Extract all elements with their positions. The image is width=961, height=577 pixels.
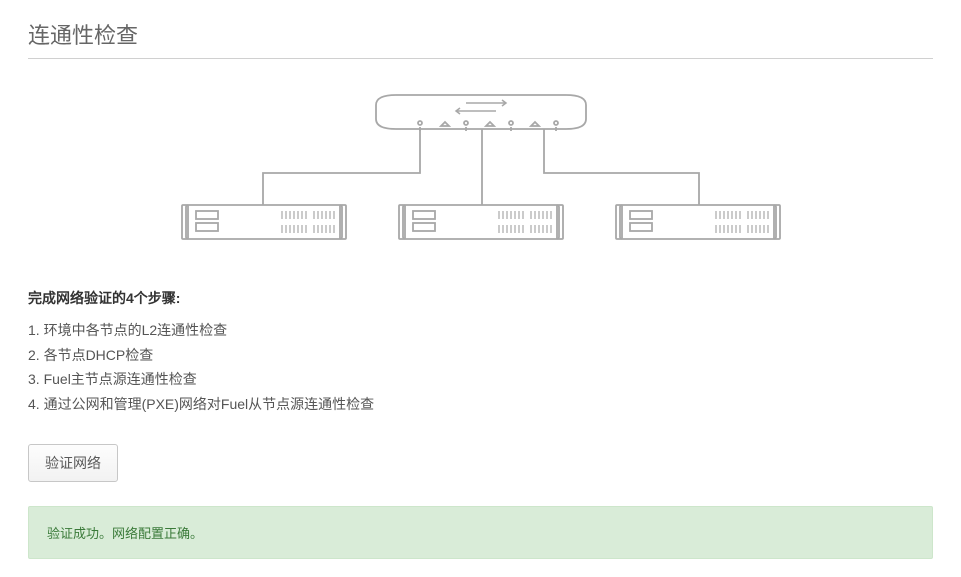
success-alert: 验证成功。网络配置正确。 bbox=[28, 506, 933, 559]
network-topology-diagram bbox=[28, 69, 933, 288]
list-item: 2. 各节点DHCP检查 bbox=[28, 343, 933, 368]
steps-heading: 完成网络验证的4个步骤: bbox=[28, 288, 933, 308]
page-title: 连通性检查 bbox=[28, 18, 933, 59]
topology-illustration bbox=[166, 75, 796, 255]
list-item: 3. Fuel主节点源连通性检查 bbox=[28, 367, 933, 392]
verification-steps-list: 1. 环境中各节点的L2连通性检查 2. 各节点DHCP检查 3. Fuel主节… bbox=[28, 318, 933, 416]
list-item: 4. 通过公网和管理(PXE)网络对Fuel从节点源连通性检查 bbox=[28, 392, 933, 417]
list-item: 1. 环境中各节点的L2连通性检查 bbox=[28, 318, 933, 343]
verify-network-button[interactable]: 验证网络 bbox=[28, 444, 118, 482]
